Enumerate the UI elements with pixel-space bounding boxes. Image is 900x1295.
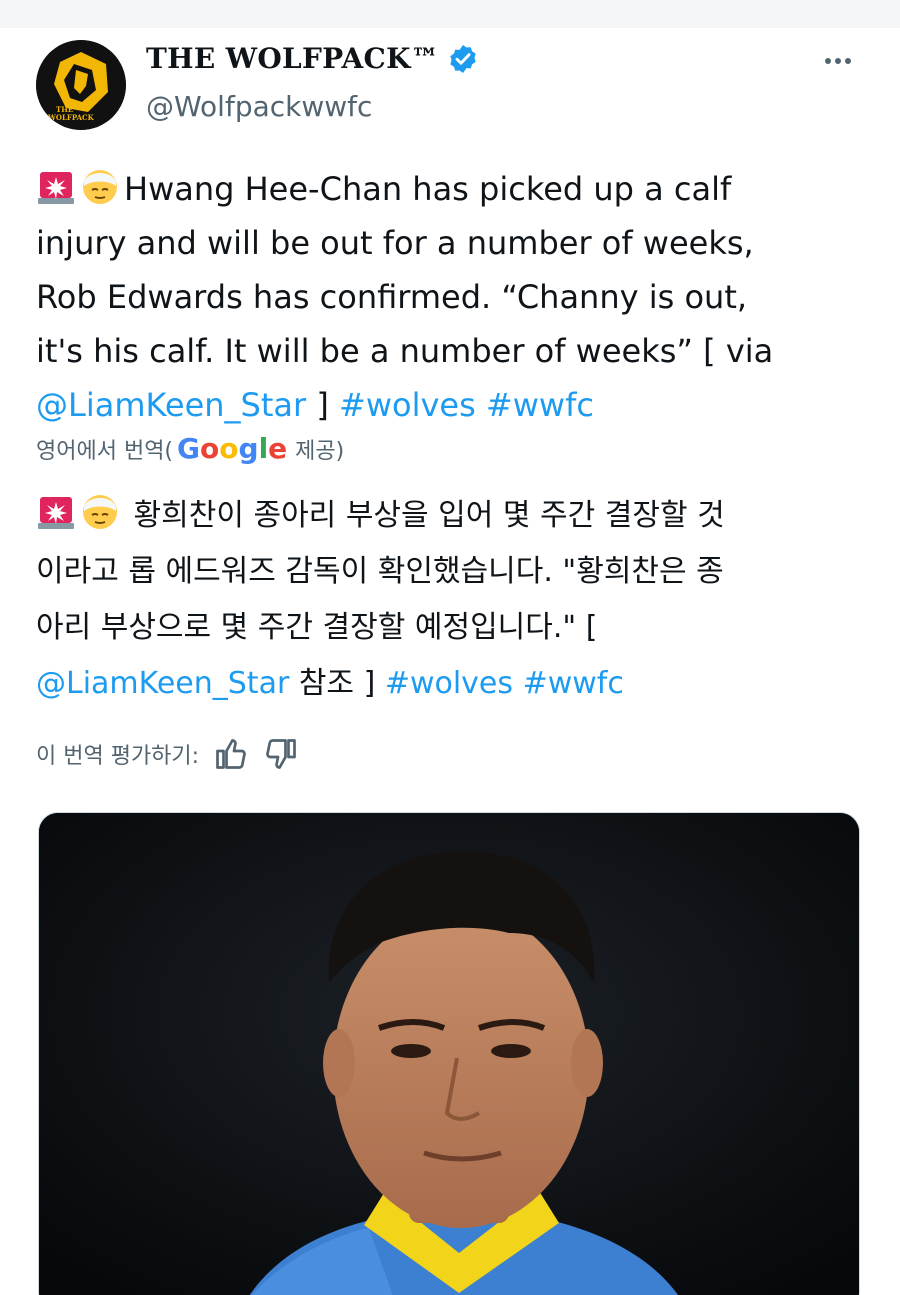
translated-line-3: 아리 부상으로 몇 주간 결장할 예정입니다." [ xyxy=(36,610,598,645)
hashtag-wwfc-link[interactable]: #wwfc xyxy=(486,386,594,424)
translated-hashtag-wolves-link[interactable]: #wolves xyxy=(385,666,513,701)
avatar[interactable]: THE WOLFPACK xyxy=(36,40,126,130)
translated-text: 황희찬이 종아리 부상을 입어 몇 주간 결장할 것 이라고 롭 에드워즈 감독… xyxy=(36,488,866,712)
rate-translation-label: 이 번역 평가하기: xyxy=(36,744,200,769)
google-letter: g xyxy=(238,432,259,465)
tweet-line-1: Hwang Hee-Chan has picked up a calf xyxy=(124,170,732,208)
rate-translation-row: 이 번역 평가하기: xyxy=(36,736,299,772)
user-handle[interactable]: @Wolfpackwwfc xyxy=(146,90,372,123)
wolfpack-logo-icon: THE WOLFPACK xyxy=(36,40,126,130)
thumbs-down-icon[interactable] xyxy=(263,736,299,772)
translate-label-prefix: 영어에서 번역( xyxy=(36,438,174,464)
name-row: THE WOLFPACK™ xyxy=(146,42,479,75)
translate-label-suffix: 제공) xyxy=(295,438,345,464)
translated-ref-text: 참조 ] xyxy=(289,666,385,701)
tweet-text: Hwang Hee-Chan has picked up a calf inju… xyxy=(36,162,866,432)
tweet-media-image[interactable] xyxy=(38,812,860,1295)
tweet-line-4: it's his calf. It will be a number of we… xyxy=(36,332,774,370)
tweet-header: THE WOLFPACK THE WOLFPACK™ @Wolfpackwwfc xyxy=(36,40,866,130)
translated-by-label: 영어에서 번역( Google 제공) xyxy=(36,432,344,465)
google-letter: o xyxy=(219,432,239,465)
tweet-line-3: Rob Edwards has confirmed. “Channy is ou… xyxy=(36,278,748,316)
top-status-strip xyxy=(0,0,900,28)
google-letter: G xyxy=(177,432,201,465)
translated-hashtag-wwfc-link[interactable]: #wwfc xyxy=(523,666,624,701)
tweet-line-2: injury and will be out for a number of w… xyxy=(36,224,754,262)
bracket-text: ] xyxy=(306,386,339,424)
google-letter: l xyxy=(258,432,269,465)
translated-line-1: 황희찬이 종아리 부상을 입어 몇 주간 결장할 것 xyxy=(133,498,725,533)
face-with-head-bandage-emoji xyxy=(83,170,117,204)
rotating-light-emoji xyxy=(38,172,74,204)
google-logo: Google xyxy=(177,432,287,465)
mention-link[interactable]: @LiamKeen_Star xyxy=(36,386,306,424)
hashtag-wolves-link[interactable]: #wolves xyxy=(339,386,476,424)
player-photo xyxy=(39,813,859,1295)
face-with-head-bandage-emoji xyxy=(83,495,117,529)
more-horizontal-icon xyxy=(825,58,831,64)
translated-mention-link[interactable]: @LiamKeen_Star xyxy=(36,666,289,701)
google-letter: e xyxy=(268,432,288,465)
translated-line-2: 이라고 롭 에드워즈 감독이 확인했습니다. "황희찬은 종 xyxy=(36,554,724,589)
rotating-light-emoji xyxy=(38,497,74,529)
display-name[interactable]: THE WOLFPACK™ xyxy=(146,42,439,75)
google-letter: o xyxy=(200,432,220,465)
more-options-button[interactable] xyxy=(818,46,858,76)
logo-text-wolfpack: WOLFPACK xyxy=(47,113,95,122)
thumbs-up-icon[interactable] xyxy=(213,736,249,772)
verified-badge-icon xyxy=(450,44,476,73)
